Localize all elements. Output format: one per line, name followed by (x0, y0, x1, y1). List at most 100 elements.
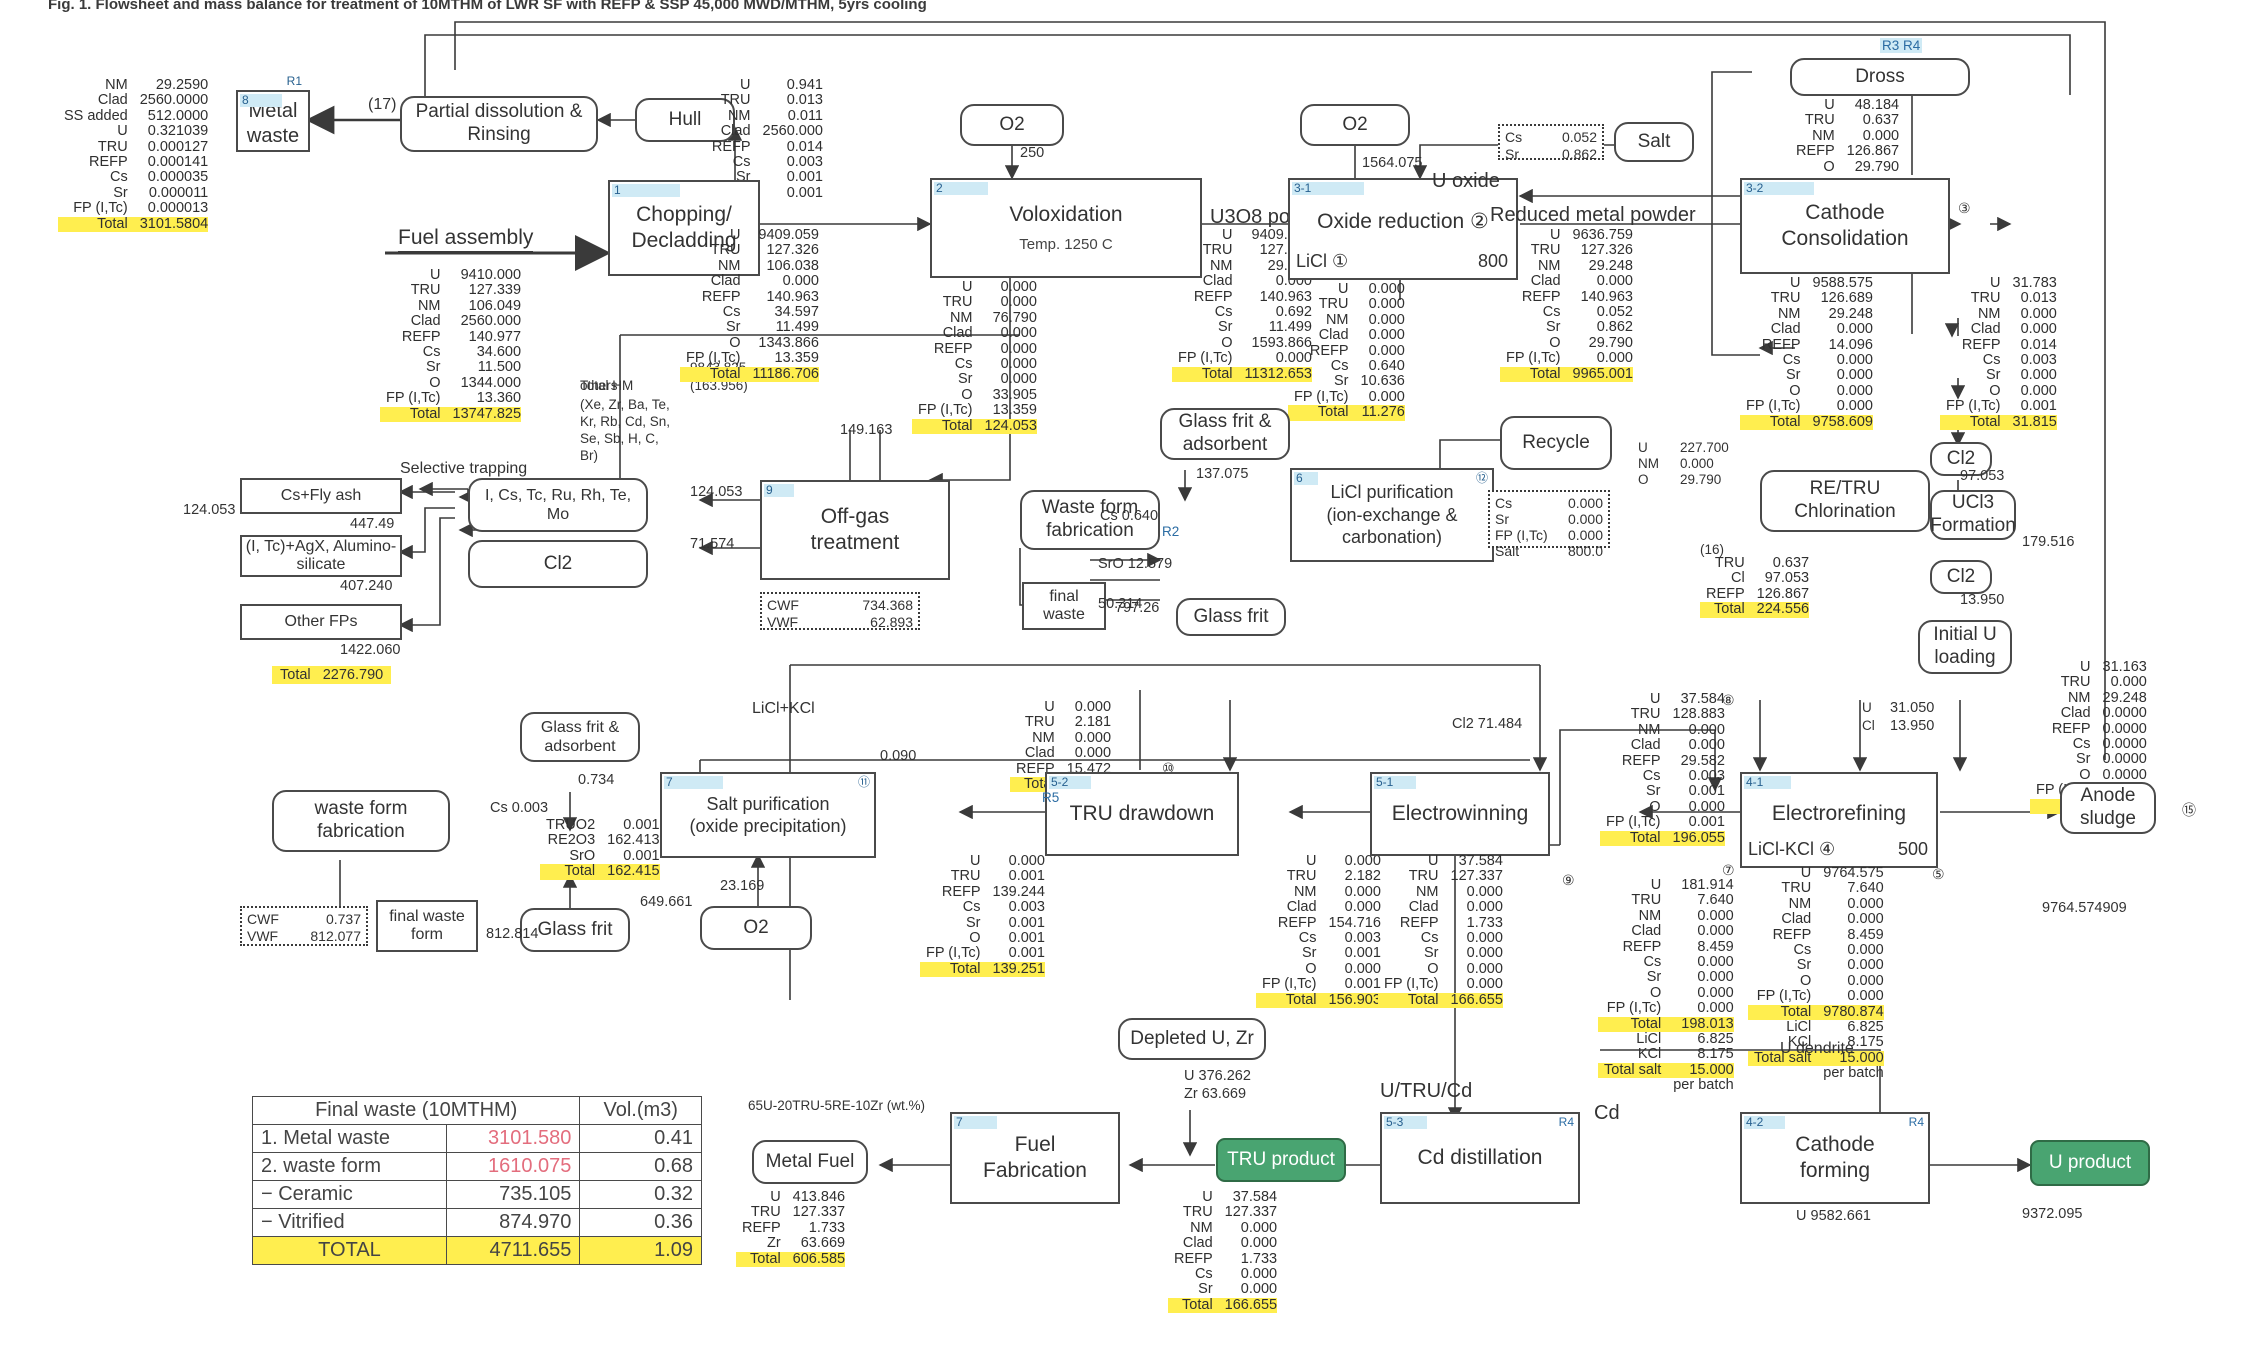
stream-total-row: Total 31.815 (1940, 414, 2057, 431)
voloxidation-box[interactable]: 2 Voloxidation Temp. 1250 C (930, 178, 1202, 278)
stream-row: Clad 0.000 (1748, 911, 1883, 927)
stream-key: Clad (97, 92, 128, 109)
o2-salt-purification-box[interactable]: O2 (700, 906, 812, 950)
stream-row: REFP 154.716 (1256, 915, 1381, 931)
metal-waste-box[interactable]: 8 R1 Metal waste (236, 74, 310, 152)
tru-drawdown-box[interactable]: 5-2 TRU drawdown (1045, 772, 1239, 856)
cathode-forming-box[interactable]: 4-2 R4 Cathode forming (1740, 1112, 1930, 1204)
stream-total-value: 162.415 (601, 863, 660, 880)
glass-frit-adsorbent-upper-box[interactable]: Glass frit & adsorbent (1160, 408, 1290, 460)
stream-er-mid: U 181.914 TRU 7.640 NM 0.000 Clad 0.000 REFP 8.45… (1598, 877, 1734, 1094)
other-fps-box[interactable]: Other FPs (240, 604, 402, 640)
stream-key: Cs (732, 154, 751, 171)
glass-frit-adsorbent-lower-box[interactable]: Glass frit & adsorbent (520, 712, 640, 762)
stream-row: Sr 0.0000 (2030, 752, 2147, 768)
tru-product-box[interactable]: TRU product (1216, 1138, 1346, 1182)
stream-total-key: Total (912, 418, 979, 435)
stream-row: TRU 127.337 (1378, 868, 1503, 884)
stream-fuel-assembly: U 9410.000 TRU 127.339 NM 106.049 Clad 2560.000… (380, 267, 522, 423)
u-9582-amount: U 9582.661 (1796, 1208, 1871, 1224)
stream-total-row: Total 11186.706 (680, 366, 819, 383)
anode-sludge-box[interactable]: Anode sludge (2060, 782, 2156, 834)
stream-key: Sr (1786, 367, 1801, 384)
stream-total-value: 13747.825 (446, 406, 522, 423)
stream-row: U 37.584 (1168, 1189, 1277, 1205)
trapping-species-box[interactable]: I, Cs, Tc, Ru, Rh, Te, Mo (468, 478, 648, 532)
stream-row: Clad 0.000 (1500, 273, 1633, 289)
stream-key: U (1790, 275, 1801, 291)
stream-row: Clad 2560.0000 (58, 92, 208, 109)
off-gas-treatment-box[interactable]: 9 Off-gas treatment (760, 480, 950, 580)
stream-value: 0.000 (1240, 1235, 1278, 1252)
stream-key: RE2O3 (547, 832, 596, 849)
oxide-reduction-box[interactable]: 3-1 Oxide reduction ② LiCl ① 800 (1288, 178, 1518, 280)
dross-box[interactable]: Dross (1790, 58, 1970, 96)
stream-value: 0.000 (1240, 1219, 1278, 1236)
cd-distillation-box[interactable]: 5-3 R4 Cd distillation (1380, 1112, 1580, 1204)
stream-value: 0.013 (786, 92, 823, 109)
re-tru-chlorination-box[interactable]: RE/TRU Chlorination (1760, 470, 1930, 532)
licl-label: LiCl ① (1296, 250, 1349, 271)
ucl3-formation-box[interactable]: UCl3 Formation (1930, 490, 2016, 540)
salt-total-value: 15.000 (1667, 1062, 1734, 1079)
fuel-fabrication-box[interactable]: 7 Fuel Fabrication (950, 1112, 1120, 1204)
dotted-key: VWF (767, 614, 799, 630)
agx-box[interactable]: (I, Tc)+AgX, Alumino- silicate (240, 535, 402, 577)
cl2-1395-amount: 13.950 (1960, 592, 2005, 608)
final-waste-box[interactable]: final waste (1022, 582, 1106, 630)
stream-row: Sr 0.000 (1740, 367, 1873, 384)
stream-key: U (2080, 659, 2091, 675)
others-label: others (580, 378, 618, 393)
stream-row: TRU 127.339 (380, 282, 521, 298)
stream-key: O (961, 386, 973, 403)
stream-value: 0.000 (1368, 388, 1405, 405)
cs-to-licl-amount: Cs 0.640 (1100, 508, 1159, 524)
stream-row: REFP 0.014 (1940, 337, 2057, 353)
glass-frit-center-box[interactable]: Glass frit (1176, 598, 1286, 636)
stream-key: O (1789, 382, 1801, 399)
stream-row: TRU 0.000 (2030, 674, 2147, 690)
cl2-lower-box[interactable]: Cl2 (1930, 560, 1992, 594)
partial-dissolution-box[interactable]: Partial dissolution & Rinsing (400, 96, 598, 152)
licl-purification-box[interactable]: 6 ⑫ LiCl purification (ion-exchange & ca… (1290, 468, 1494, 562)
stream-key: O (1549, 334, 1561, 351)
stream-row: REFP 14.096 (1740, 337, 1873, 353)
stream-row: TRU 0.013 (690, 92, 823, 109)
electrowinning-box[interactable]: 5-1 Electrowinning (1370, 772, 1550, 856)
stream-value: 0.001 (1008, 945, 1045, 962)
stream-row: Clad 0.000 (1288, 327, 1405, 343)
cs-flyash-box[interactable]: Cs+Fly ash (240, 478, 402, 514)
o2-oxide-reduction-box[interactable]: O2 (1300, 104, 1410, 146)
stream-key: U (1824, 97, 1835, 113)
stream-value: 0.000141 (147, 154, 209, 171)
initial-u-loading-box[interactable]: Initial U loading (1918, 620, 2012, 674)
stream-key: REFP (1309, 342, 1349, 359)
cl2-offgas-box[interactable]: Cl2 (468, 540, 648, 588)
tru-drawdown-label: TRU drawdown (1069, 801, 1215, 825)
metal-fuel-box[interactable]: Metal Fuel (752, 1140, 868, 1184)
stream-row: U 9636.759 (1500, 227, 1633, 243)
final-waste-form-box[interactable]: final waste form (376, 900, 478, 952)
licl-purification-label: LiCl purification (ion-exchange & carbon… (1326, 482, 1458, 548)
salt-box[interactable]: Salt (1614, 122, 1694, 162)
ref-circle-3: ③ (1958, 200, 1971, 216)
dotted-value: 0.862 (1561, 146, 1597, 162)
salt-purification-box[interactable]: 7 ⑪ Salt purification (oxide precipitati… (660, 772, 876, 858)
u-label-small: U (1862, 700, 1872, 715)
stream-value: 0.001 (1344, 976, 1381, 993)
electrorefining-box[interactable]: 4-1 Electrorefining LiCl-KCl ④ 500 (1740, 772, 1938, 868)
cathode-consolidation-box[interactable]: 3-2 Cathode Consolidation (1740, 178, 1950, 274)
waste-form-fabrication-left-box[interactable]: waste form fabrication (272, 790, 450, 852)
stream-total-key: Total (540, 863, 602, 880)
depleted-u-zr-box[interactable]: Depleted U, Zr (1118, 1018, 1266, 1060)
stream-key: REFP (89, 154, 128, 171)
stream-row: Sr 0.000 (1168, 1282, 1277, 1298)
stream-key: FP (I,Tc) (73, 200, 128, 217)
fw-vol: 0.68 (579, 1152, 702, 1181)
recycle-box[interactable]: Recycle (1500, 416, 1612, 470)
stream-value: 0.000035 (147, 169, 209, 186)
o2-voloxidation-box[interactable]: O2 (960, 104, 1064, 146)
waste-form-in-amount: 137.075 (1196, 466, 1249, 482)
u-product-box[interactable]: U product (2030, 1140, 2150, 1186)
stream-value: 9410.000 (460, 267, 522, 283)
